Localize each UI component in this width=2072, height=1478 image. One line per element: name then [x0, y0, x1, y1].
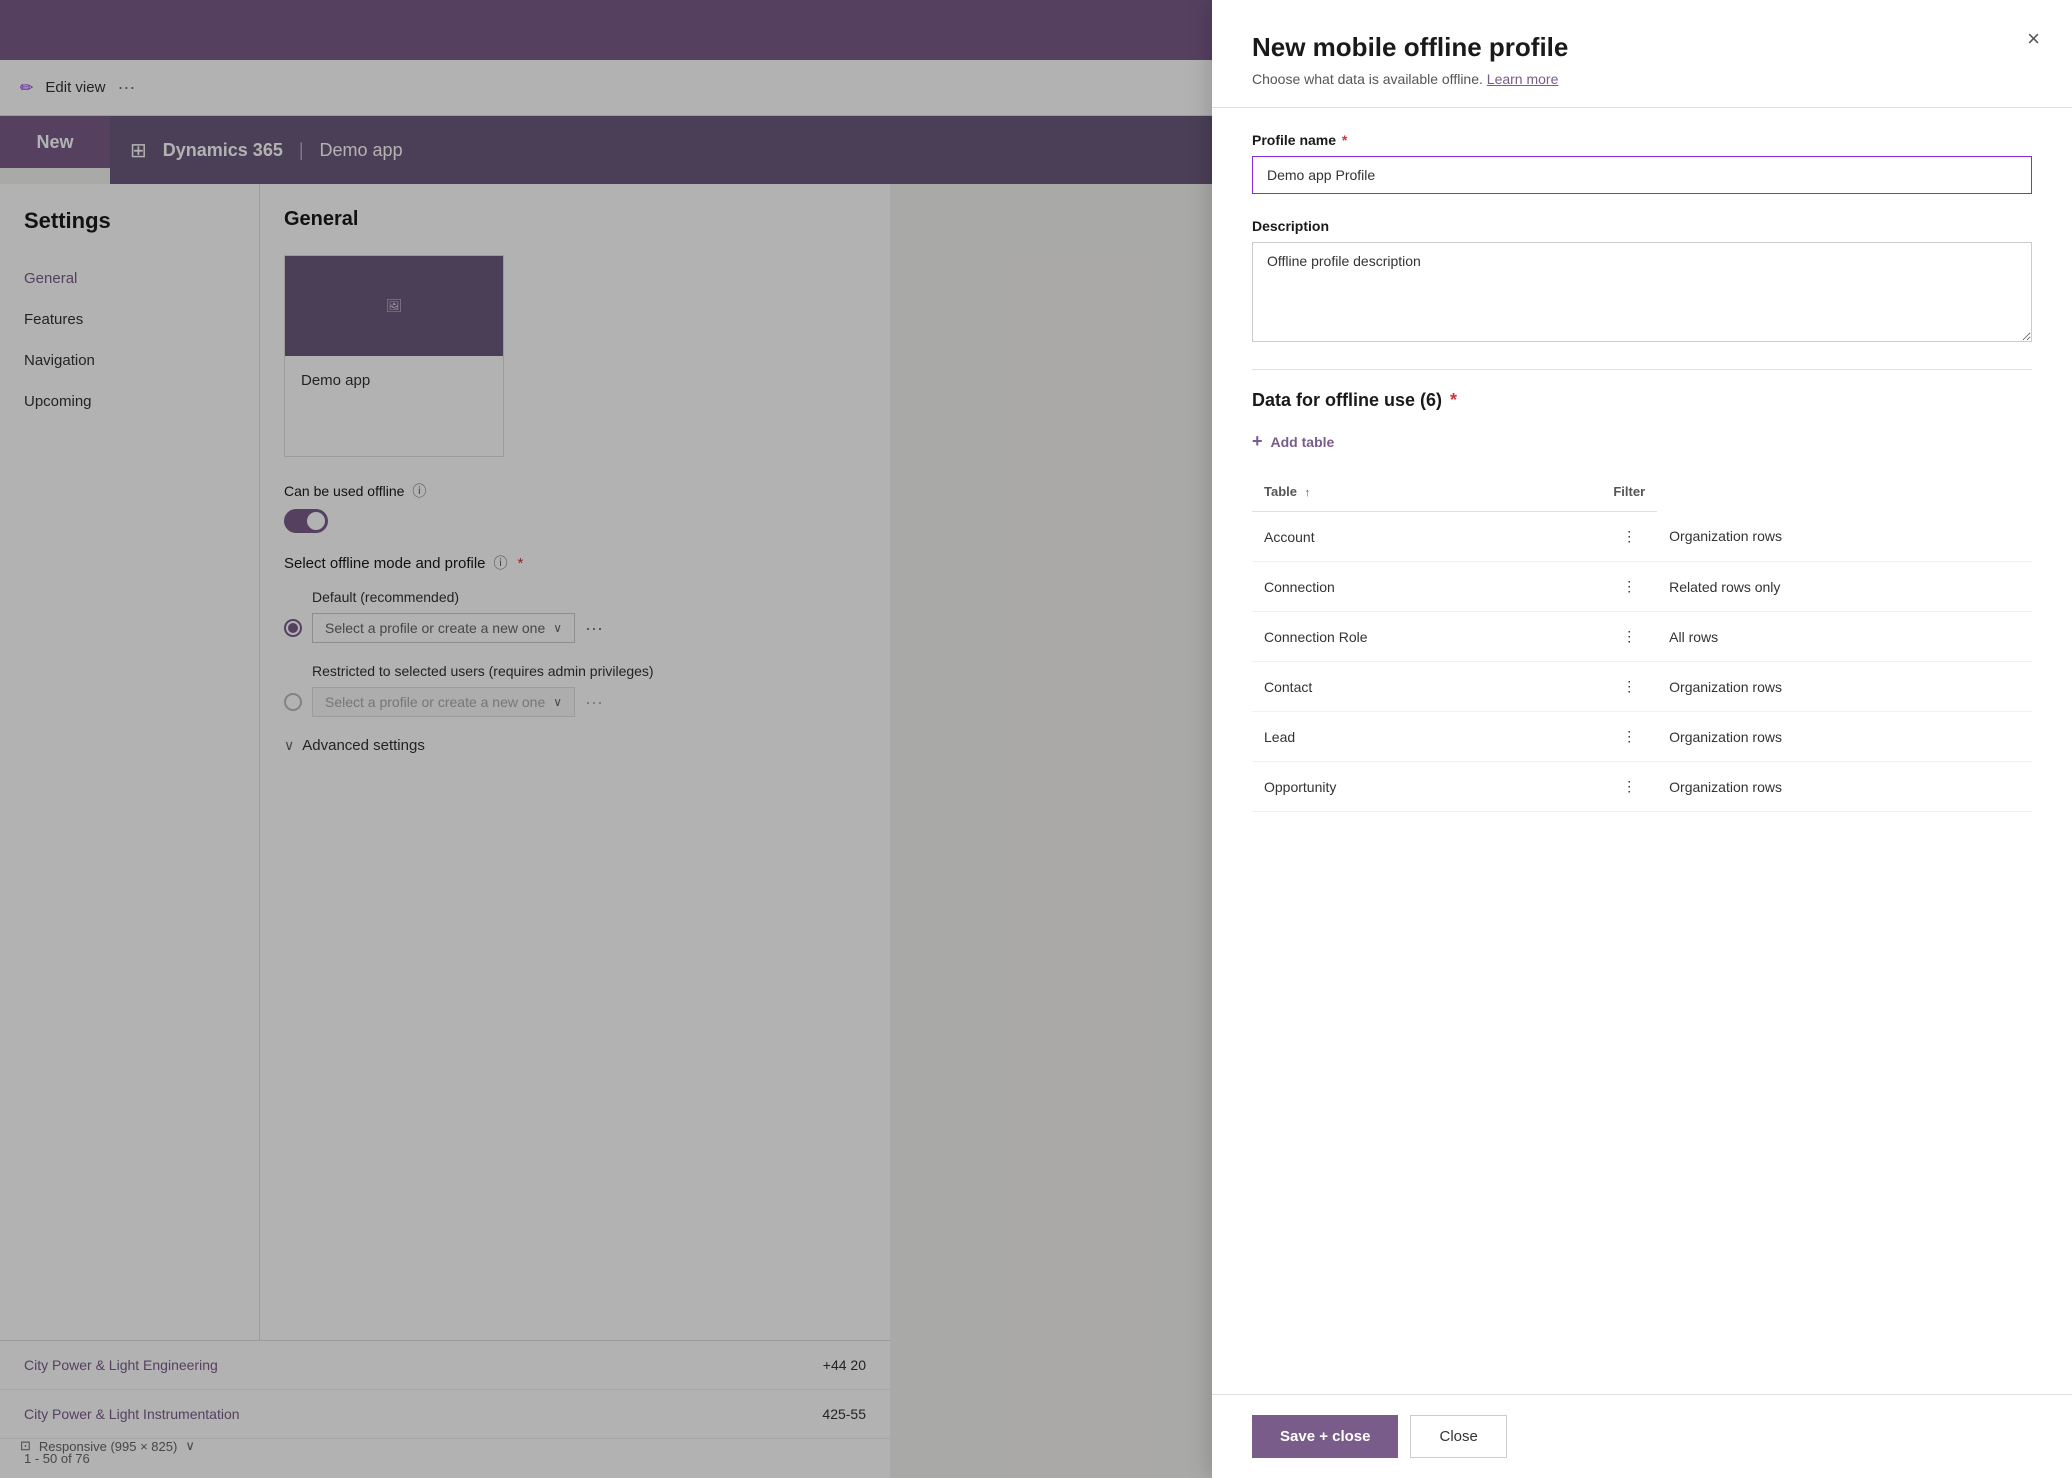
table-header-filter: Filter	[1601, 476, 1657, 512]
offline-data-required: *	[1450, 390, 1457, 411]
profile-name-label: Profile name *	[1252, 132, 2032, 148]
table-row-more[interactable]: ⋮	[1601, 662, 1657, 712]
modal-subtitle-text: Choose what data is available offline.	[1252, 71, 1483, 87]
offline-data-table: Table ↑ Filter Account ⋮ Organization ro…	[1252, 476, 2032, 812]
table-row-name: Connection	[1252, 562, 1601, 612]
table-row-name: Opportunity	[1252, 762, 1601, 812]
table-row-name: Connection Role	[1252, 612, 1601, 662]
table-row: Contact ⋮ Organization rows	[1252, 662, 2032, 712]
table-row-filter: Organization rows	[1657, 762, 2032, 812]
profile-name-required: *	[1342, 132, 1347, 148]
section-divider	[1252, 369, 2032, 370]
table-row-filter: Organization rows	[1657, 662, 2032, 712]
description-group: Description Offline profile description	[1252, 218, 2032, 345]
filter-header-label: Filter	[1613, 484, 1645, 499]
save-close-button[interactable]: Save + close	[1252, 1415, 1398, 1458]
learn-more-link[interactable]: Learn more	[1487, 71, 1559, 87]
modal-header: New mobile offline profile Choose what d…	[1212, 0, 2072, 108]
table-row: Opportunity ⋮ Organization rows	[1252, 762, 2032, 812]
table-header-table[interactable]: Table ↑	[1252, 476, 1601, 512]
table-row: Lead ⋮ Organization rows	[1252, 712, 2032, 762]
table-row-name: Account	[1252, 512, 1601, 562]
table-row-more[interactable]: ⋮	[1601, 762, 1657, 812]
modal-footer: Save + close Close	[1212, 1394, 2072, 1478]
modal-title: New mobile offline profile	[1252, 32, 2032, 63]
table-row-more[interactable]: ⋮	[1601, 712, 1657, 762]
add-table-button[interactable]: + Add table	[1252, 427, 2032, 456]
table-row-name: Lead	[1252, 712, 1601, 762]
close-button[interactable]: Close	[1410, 1415, 1506, 1458]
modal-body: Profile name * Description Offline profi…	[1212, 108, 2072, 1394]
offline-data-title-text: Data for offline use (6)	[1252, 390, 1442, 411]
table-row: Connection Role ⋮ All rows	[1252, 612, 2032, 662]
table-header-label: Table	[1264, 484, 1297, 499]
table-row-more[interactable]: ⋮	[1601, 512, 1657, 562]
table-row-more[interactable]: ⋮	[1601, 562, 1657, 612]
table-row: Account ⋮ Organization rows	[1252, 512, 2032, 562]
modal-panel: New mobile offline profile Choose what d…	[1212, 0, 2072, 1478]
table-row-filter: All rows	[1657, 612, 2032, 662]
plus-icon: +	[1252, 431, 1263, 452]
sort-icon: ↑	[1305, 487, 1311, 499]
table-row-more[interactable]: ⋮	[1601, 612, 1657, 662]
table-row-filter: Related rows only	[1657, 562, 2032, 612]
add-table-label: Add table	[1271, 434, 1335, 450]
profile-name-label-text: Profile name	[1252, 132, 1336, 148]
table-row: Connection ⋮ Related rows only	[1252, 562, 2032, 612]
table-row-filter: Organization rows	[1657, 512, 2032, 562]
table-row-name: Contact	[1252, 662, 1601, 712]
modal-close-button[interactable]: ×	[2027, 28, 2040, 50]
modal-subtitle: Choose what data is available offline. L…	[1252, 71, 2032, 87]
offline-data-section-title: Data for offline use (6) *	[1252, 390, 2032, 411]
description-label: Description	[1252, 218, 2032, 234]
profile-name-input[interactable]	[1252, 156, 2032, 194]
table-row-filter: Organization rows	[1657, 712, 2032, 762]
description-textarea[interactable]: Offline profile description	[1252, 242, 2032, 342]
profile-name-group: Profile name *	[1252, 132, 2032, 194]
